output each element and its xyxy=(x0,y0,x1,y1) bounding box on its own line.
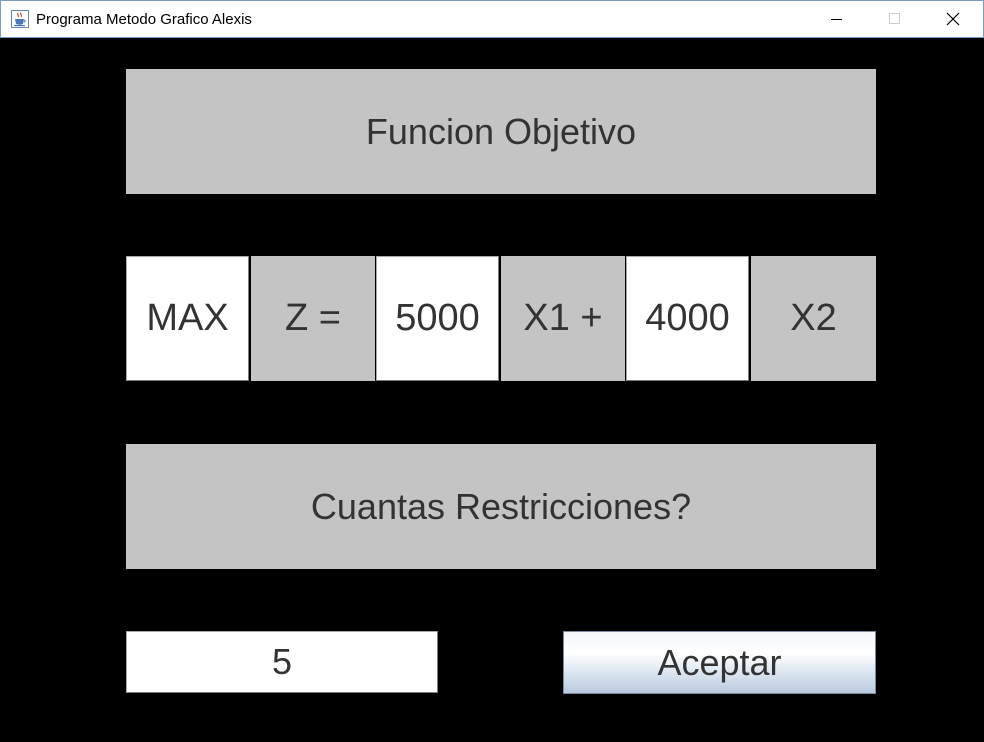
constraints-count-field[interactable]: 5 xyxy=(126,631,438,693)
accept-button[interactable]: Aceptar xyxy=(563,631,876,694)
objective-function-header: Funcion Objetivo xyxy=(126,69,876,194)
close-icon xyxy=(946,12,960,26)
x1-coefficient-field[interactable]: 5000 xyxy=(376,256,499,381)
window-title: Programa Metodo Grafico Alexis xyxy=(36,11,252,28)
minimize-button[interactable] xyxy=(808,1,866,37)
minimize-icon xyxy=(831,13,843,25)
x2-coefficient-field[interactable]: 4000 xyxy=(626,256,749,381)
java-coffee-cup-icon xyxy=(11,10,29,28)
maximize-button[interactable] xyxy=(866,1,924,37)
mode-field[interactable]: MAX xyxy=(126,256,249,381)
title-bar[interactable]: Programa Metodo Grafico Alexis xyxy=(0,0,984,38)
z-label: Z = xyxy=(251,256,375,381)
app-window: Programa Metodo Grafico Alexis Funcion O… xyxy=(0,0,984,742)
x1-label: X1 + xyxy=(501,256,625,381)
constraints-question-label: Cuantas Restricciones? xyxy=(126,444,876,569)
x2-label: X2 xyxy=(751,256,876,381)
close-button[interactable] xyxy=(924,1,982,37)
maximize-icon xyxy=(889,13,901,25)
